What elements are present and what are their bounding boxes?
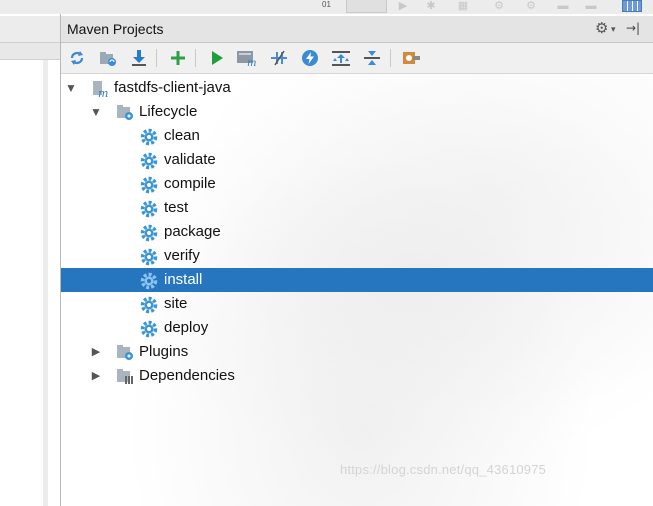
toolbar-separator — [156, 49, 157, 67]
lifecycle-folder-icon — [116, 104, 133, 120]
collapse-all-icon[interactable] — [361, 48, 383, 68]
lifecycle-goal-verify[interactable]: verify — [61, 244, 653, 268]
build-icon[interactable]: ▬ — [556, 1, 570, 12]
editor-gutter — [43, 60, 48, 506]
download-sources-icon[interactable] — [128, 48, 150, 68]
lifecycle-goal-compile[interactable]: compile — [61, 172, 653, 196]
goal-gear-icon — [140, 320, 158, 338]
goal-label: test — [164, 199, 189, 216]
panel-header: Maven Projects ⚙ ▾ →| — [61, 16, 653, 43]
goal-label: site — [164, 295, 188, 312]
tree-node-dependencies[interactable]: ▶ Dependencies — [61, 364, 653, 388]
top-toolbar-strip: 01 ▶ ✱ ▦ ⚙ ⚙ ▬ ▬ — [0, 0, 653, 14]
tree-node-project[interactable]: ▼ m fastdfs-client-java — [61, 76, 653, 100]
build-counter: 01 — [322, 0, 331, 9]
goal-label: package — [164, 223, 221, 240]
settings-caret-icon[interactable]: ▾ — [611, 21, 616, 37]
collapse-arrow-icon[interactable]: ▶ — [90, 364, 102, 388]
lifecycle-goal-package[interactable]: package — [61, 220, 653, 244]
goal-gear-icon — [140, 200, 158, 218]
svg-text:m: m — [247, 58, 256, 67]
goal-label: verify — [164, 247, 200, 264]
dependencies-folder-icon — [116, 368, 133, 384]
generate-sources-icon[interactable] — [97, 48, 119, 68]
goal-gear-icon — [140, 248, 158, 266]
goal-gear-icon — [140, 176, 158, 194]
goal-label: clean — [164, 127, 200, 144]
lifecycle-goal-validate[interactable]: validate — [61, 148, 653, 172]
collapse-arrow-icon[interactable]: ▶ — [90, 340, 102, 364]
debug-icon[interactable]: ✱ — [424, 1, 438, 12]
toolbar-separator — [390, 49, 391, 67]
expand-arrow-icon[interactable]: ▼ — [90, 100, 102, 124]
stop-icon[interactable]: ⚙ — [524, 1, 538, 12]
project-structure-icon[interactable]: ▬ — [584, 1, 598, 12]
coverage-icon[interactable]: ▦ — [456, 1, 470, 12]
expand-arrow-icon[interactable]: ▼ — [65, 76, 77, 100]
show-dependencies-icon[interactable] — [330, 48, 352, 68]
maven-project-tree: ▼ m fastdfs-client-java ▼ Lifecycle clea… — [61, 74, 653, 506]
tree-label: Plugins — [139, 343, 189, 360]
skip-tests-icon[interactable] — [299, 48, 321, 68]
editor-breadcrumb-row — [0, 43, 60, 60]
goal-gear-icon — [140, 224, 158, 242]
goal-label: validate — [164, 151, 216, 168]
lifecycle-goal-site[interactable]: site — [61, 292, 653, 316]
layout-grid-icon[interactable] — [622, 0, 642, 12]
editor-tab-row — [0, 16, 60, 43]
goal-gear-icon — [140, 128, 158, 146]
plugins-folder-icon — [116, 344, 133, 360]
toolbar-separator — [195, 49, 196, 67]
run-config-box[interactable] — [346, 0, 387, 13]
maven-toolbar: m — [61, 43, 653, 74]
execute-maven-goal-icon[interactable]: m — [236, 48, 258, 68]
watermark-text: https://blog.csdn.net/qq_43610975 — [340, 462, 547, 477]
lifecycle-goal-test[interactable]: test — [61, 196, 653, 220]
toggle-offline-mode-icon[interactable] — [268, 48, 290, 68]
svg-text:m: m — [98, 87, 108, 98]
maven-project-icon: m — [92, 80, 108, 100]
run-maven-build-icon[interactable] — [206, 48, 228, 68]
tree-label: Lifecycle — [139, 103, 198, 120]
add-maven-projects-icon[interactable] — [167, 48, 189, 68]
reimport-all-icon[interactable] — [66, 48, 88, 68]
editor-area — [0, 14, 60, 506]
tree-label: Dependencies — [139, 367, 235, 384]
goal-label: compile — [164, 175, 216, 192]
lifecycle-goal-install[interactable]: install — [61, 268, 653, 292]
hide-panel-icon[interactable]: →| — [626, 20, 640, 36]
settings-gear-icon[interactable]: ⚙ — [595, 21, 611, 37]
profile-icon[interactable]: ⚙ — [492, 1, 506, 12]
goal-gear-icon — [140, 152, 158, 170]
maven-projects-panel: Maven Projects ⚙ ▾ →| m ▼ m fastdfs-clie… — [60, 14, 653, 506]
tree-label: fastdfs-client-java — [114, 79, 231, 96]
maven-settings-icon[interactable] — [400, 48, 422, 68]
goal-label: deploy — [164, 319, 209, 336]
lifecycle-goal-clean[interactable]: clean — [61, 124, 653, 148]
tree-node-lifecycle[interactable]: ▼ Lifecycle — [61, 100, 653, 124]
tree-node-plugins[interactable]: ▶ Plugins — [61, 340, 653, 364]
goal-gear-icon — [140, 272, 158, 290]
run-icon[interactable]: ▶ — [396, 1, 410, 12]
goal-label: install — [164, 271, 203, 288]
goal-gear-icon — [140, 296, 158, 314]
panel-title: Maven Projects — [67, 21, 164, 37]
lifecycle-goal-deploy[interactable]: deploy — [61, 316, 653, 340]
